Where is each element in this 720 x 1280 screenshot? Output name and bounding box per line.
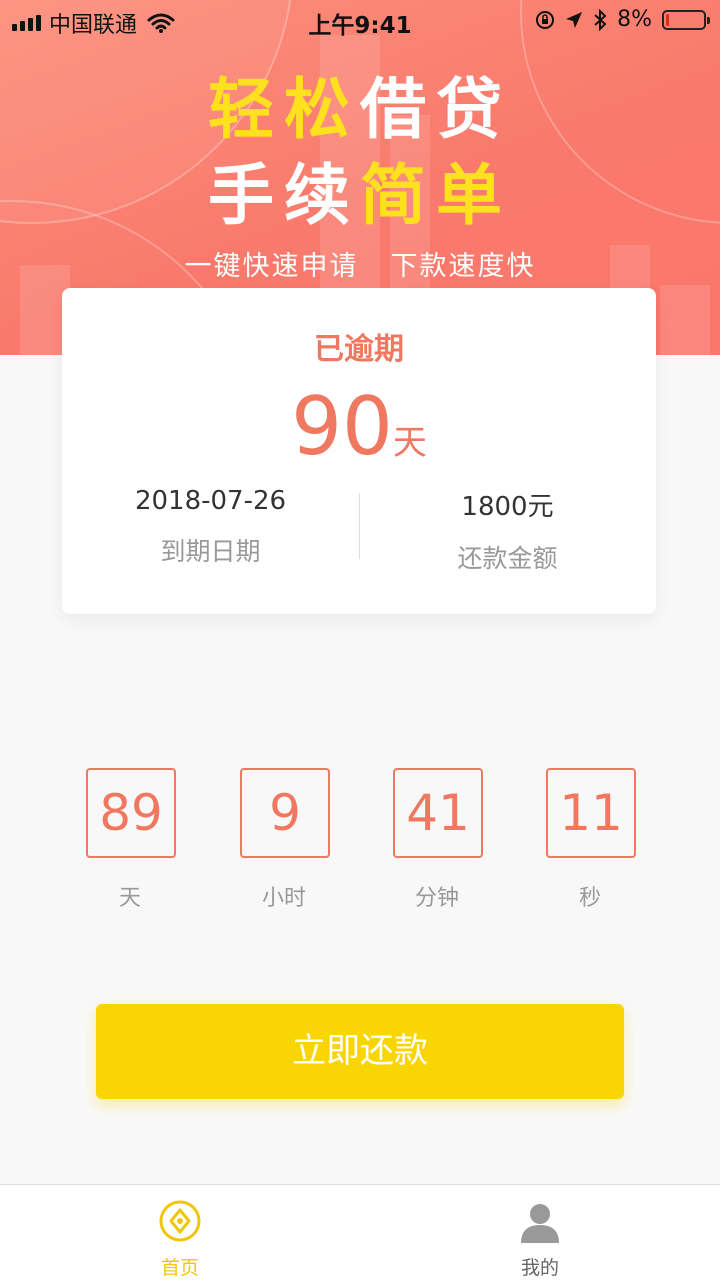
lock-rotation-icon bbox=[536, 10, 555, 29]
overdue-days: 90天 bbox=[62, 380, 656, 473]
hero-title-line2: 手续简单 bbox=[0, 142, 720, 238]
building-silhouette bbox=[660, 285, 710, 355]
countdown-days: 89 天 bbox=[86, 768, 176, 912]
user-icon bbox=[521, 1204, 559, 1243]
due-date-block: 2018-07-26 到期日期 bbox=[62, 486, 359, 568]
overdue-days-number: 90 bbox=[291, 380, 393, 473]
countdown-value: 9 bbox=[240, 768, 330, 858]
hero-char: 简 bbox=[360, 157, 436, 234]
amount-value: 1800元 bbox=[461, 492, 554, 522]
hero-char: 贷 bbox=[436, 71, 512, 148]
battery-fill bbox=[666, 13, 669, 26]
countdown-label: 小时 bbox=[261, 886, 306, 911]
hero-char: 松 bbox=[284, 71, 360, 148]
countdown-hours: 9 小时 bbox=[240, 768, 330, 912]
subtitle-left: 一键快速申请 bbox=[184, 251, 359, 282]
countdown-value: 41 bbox=[393, 768, 483, 858]
loan-status-card: 已逾期 90天 2018-07-26 到期日期 1800元 还款金额 bbox=[62, 288, 656, 614]
hero-char: 续 bbox=[284, 157, 360, 234]
tab-me[interactable]: 我的 bbox=[360, 1185, 720, 1280]
hero-subtitle: 一键快速申请 下款速度快 bbox=[0, 244, 720, 283]
overdue-days-unit: 天 bbox=[392, 423, 427, 463]
battery-percent: 8% bbox=[617, 7, 652, 32]
location-icon bbox=[566, 11, 583, 28]
tab-bar: 首页 我的 bbox=[0, 1184, 720, 1280]
tab-label: 首页 bbox=[160, 1257, 199, 1279]
loan-status-label: 已逾期 bbox=[314, 332, 404, 367]
battery-icon bbox=[662, 9, 710, 30]
countdown-label: 秒 bbox=[578, 886, 601, 911]
hero-char: 轻 bbox=[208, 71, 284, 148]
countdown-value: 11 bbox=[546, 768, 636, 858]
tab-label: 我的 bbox=[520, 1257, 559, 1279]
home-coin-icon bbox=[159, 1200, 201, 1242]
hero-char: 借 bbox=[360, 71, 436, 148]
countdown-seconds: 11 秒 bbox=[546, 768, 636, 912]
hero-title-line1: 轻松借贷 bbox=[0, 56, 720, 152]
hero-char: 手 bbox=[208, 157, 284, 234]
bluetooth-icon bbox=[594, 8, 607, 31]
hero-char: 单 bbox=[436, 157, 512, 234]
amount-label: 还款金额 bbox=[457, 544, 558, 573]
tab-home[interactable]: 首页 bbox=[0, 1185, 360, 1280]
countdown-minutes: 41 分钟 bbox=[393, 768, 483, 912]
countdown-label: 天 bbox=[118, 886, 141, 911]
due-date-value: 2018-07-26 bbox=[134, 486, 287, 516]
repay-now-button[interactable]: 立即还款 bbox=[96, 1004, 624, 1099]
status-bar: 中国联通 上午9:41 8% bbox=[0, 0, 720, 40]
countdown-value: 89 bbox=[86, 768, 176, 858]
due-date-label: 到期日期 bbox=[160, 537, 261, 566]
subtitle-right: 下款速度快 bbox=[390, 251, 536, 282]
countdown-label: 分钟 bbox=[414, 886, 459, 911]
amount-block: 1800元 还款金额 bbox=[359, 486, 656, 575]
